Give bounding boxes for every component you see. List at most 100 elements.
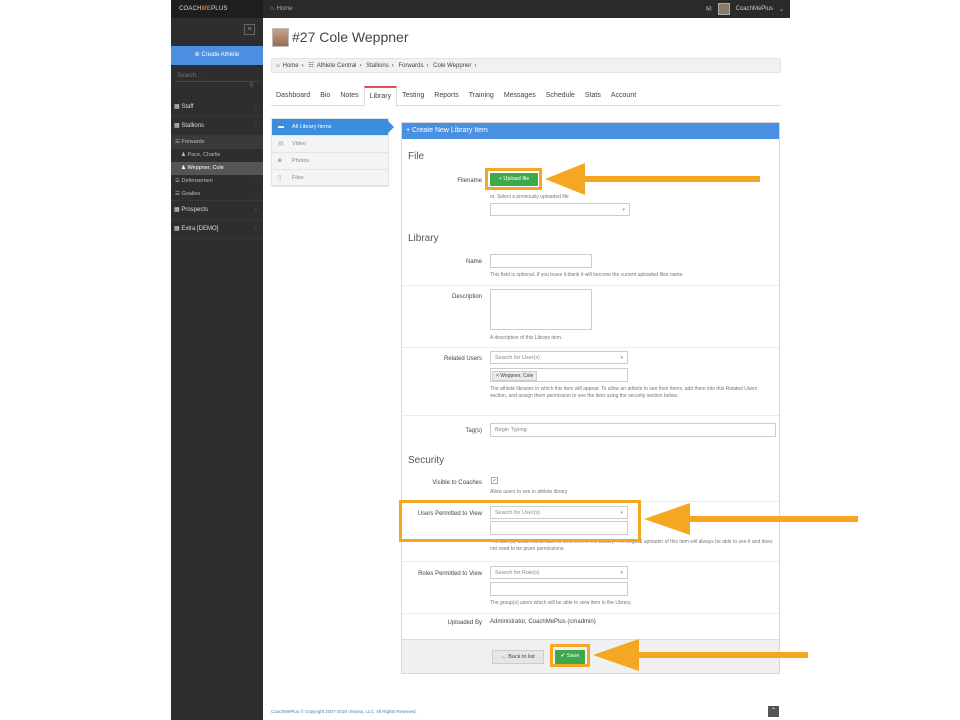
sidebar-item-prospects[interactable]: ▦ Prospects ‹ [171,201,263,220]
user-menu[interactable]: ✉ CoachMePlus ⌄ [706,0,790,18]
library-section-title: Library [408,233,439,244]
breadcrumb-forwards[interactable]: Forwards [398,63,423,69]
library-item-video[interactable]: ▤ Video [272,136,388,153]
visible-to-coaches-label: Visible to Coaches [432,480,482,486]
breadcrumb-home[interactable]: Home [283,63,299,69]
tags-label: Tag(s) [465,428,482,434]
breadcrumb-athlete-central[interactable]: Athlete Central [317,63,357,69]
tab-bio[interactable]: Bio [315,86,335,105]
roles-permitted-box[interactable] [490,582,628,596]
chevron-left-icon: ‹ [255,226,257,232]
envelope-icon[interactable]: ✉ [706,5,712,13]
footer-copyright: CoachMePlus © Copyright 2007-2018 Virtuv… [271,709,417,714]
chevron-left-icon: ‹ [255,123,257,129]
arrow-shaft [688,516,858,522]
file-icon: ▯ [278,175,282,181]
arrow-head [545,163,585,195]
sidebar-item-defensemen[interactable]: ☰ Defensemen ‹ [171,175,263,188]
tab-testing[interactable]: Testing [397,86,429,105]
highlight-save [550,644,590,667]
uploaded-by-label: Uploaded By [447,620,482,626]
chevron-down-icon: ▾ [620,570,623,576]
breadcrumb-cole-weppner[interactable]: Cole Weppner [433,63,471,69]
tab-schedule[interactable]: Schedule [541,86,580,105]
top-bar: COACHMEPLUS ⌂ Home ✉ CoachMePlus ⌄ [171,0,790,18]
divider [402,415,779,416]
visible-to-coaches-hint: Allow users to see in athlete library [490,489,568,495]
tab-library[interactable]: Library [363,86,398,107]
filename-label: Filename [457,178,482,184]
menu-toggle-icon[interactable]: ≡ [244,24,255,35]
sidebar-item-weppner-cole[interactable]: ♟ Weppner, Cole [171,162,263,175]
tab-dashboard[interactable]: Dashboard [271,86,315,105]
description-textarea[interactable] [490,289,592,330]
avatar [717,3,730,15]
roles-permitted-hint: The group(s) users which will be able to… [490,600,632,606]
roles-permitted-select[interactable]: Search for Role(s) ▾ [490,566,628,579]
app-frame: COACHMEPLUS ⌂ Home ✉ CoachMePlus ⌄ ≡ ⊕ Cr… [171,0,790,720]
name-label: Name [465,259,482,265]
tab-reports[interactable]: Reports [429,86,464,105]
description-label: Description [451,294,482,300]
security-section-title: Security [408,455,445,466]
scroll-top-icon[interactable]: ⌃ [768,706,779,717]
users-icon: ☷ [308,63,314,69]
home-icon: ⌂ [270,6,274,12]
sidebar-item-staff[interactable]: ▦ Staff ‹ [171,98,263,117]
file-section-title: File [408,151,425,162]
library-item-files[interactable]: ▯ Files [272,170,388,187]
film-icon: ▤ [278,141,284,147]
sidebar-item-extra-demo[interactable]: ▦ Extra [DEMO] ‹ [171,220,263,239]
sidebar: ≡ ⊕ Create Athlete Search... ⚲ ▦ Staff ‹ … [171,18,263,720]
divider [402,613,779,614]
tab-notes[interactable]: Notes [335,86,363,105]
related-users-box[interactable] [490,368,628,382]
breadcrumb-stallions[interactable]: Stallions [366,63,389,69]
sidebar-item-pace-charlie[interactable]: ♟ Pace, Charlie [171,149,263,162]
highlight-users-permitted [399,500,641,542]
chevron-down-icon: ▾ [620,355,623,361]
sidebar-item-goalies[interactable]: ☰ Goalies ‹ [171,188,263,201]
related-users-select[interactable]: Search for User(s) ▾ [490,351,628,364]
library-item-photos[interactable]: ◙ Photos [272,153,388,170]
uploaded-by-value: Administrator, CoachMePlus (cmadmin) [490,619,596,625]
breadcrumb: ⌂ Home › ☷ Athlete Central › Stallions › Forw… [271,58,781,73]
divider [402,561,779,562]
divider [402,347,779,348]
page-title: #27 Cole Weppner [292,29,409,45]
chevron-left-icon: ‹ [255,178,257,184]
home-link[interactable]: ⌂ Home [270,0,293,18]
sidebar-item-forwards[interactable]: ☰ Forwards [171,136,263,149]
athlete-tabs: Dashboard Bio Notes Library Testing Repo… [271,86,781,107]
divider [402,285,779,286]
previous-file-select[interactable]: ▾ [490,203,630,216]
arrow-head [593,639,639,671]
brand-logo[interactable]: COACHMEPLUS [171,0,263,18]
tags-input[interactable]: Begin Typing [490,423,776,437]
camera-icon: ◙ [278,158,282,164]
roles-permitted-label: Roles Permitted to View [418,571,482,577]
back-to-list-button[interactable]: ← Back to list [492,650,544,664]
library-item-all[interactable]: ▬ All Library Items [272,119,394,136]
related-users-label: Related Users [443,356,482,362]
create-athlete-button[interactable]: ⊕ Create Athlete [171,46,263,65]
arrow-upload-file [545,163,760,195]
athlete-photo [272,28,289,47]
description-hint: A description of this Library item. [490,335,563,341]
tab-training[interactable]: Training [464,86,499,105]
chevron-left-icon: ‹ [255,207,257,213]
visible-to-coaches-checkbox[interactable]: ✓ [491,477,498,484]
sidebar-search-input[interactable]: Search... [175,70,259,82]
folder-icon: ▬ [278,124,284,130]
chevron-left-icon: ‹ [255,191,257,197]
arrow-shaft [583,176,760,182]
chevron-down-icon: ⌄ [778,6,784,13]
arrow-save [593,639,808,671]
tab-stats[interactable]: Stats [580,86,606,105]
tab-account[interactable]: Account [606,86,641,105]
sidebar-item-stallions[interactable]: ▦ Stallions ‹ [171,117,263,136]
panel-header: + Create New Library Item [402,123,779,139]
tab-messages[interactable]: Messages [499,86,541,105]
name-input[interactable] [490,254,592,268]
create-library-item-panel: + Create New Library Item File Filename … [401,122,780,674]
